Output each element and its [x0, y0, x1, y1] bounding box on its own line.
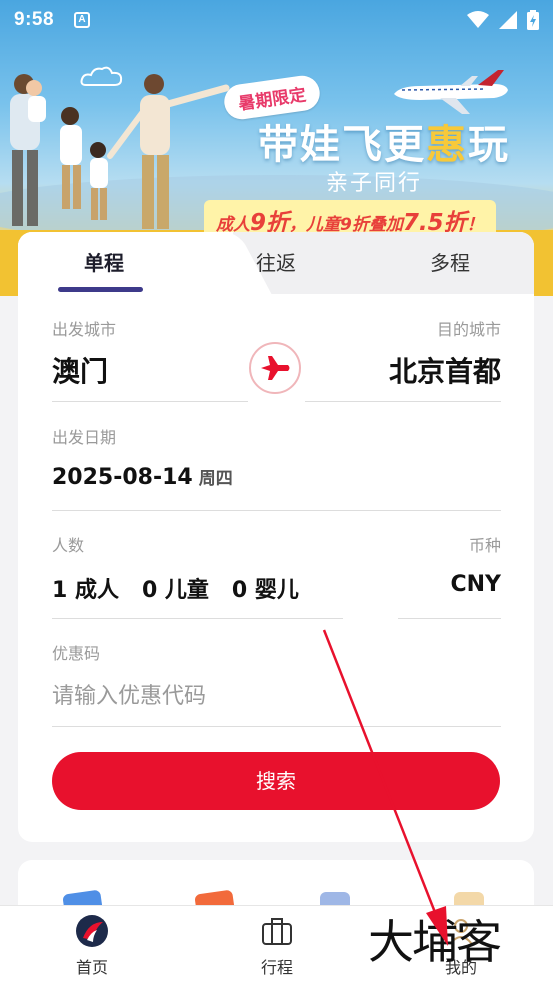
wifi-icon	[467, 11, 489, 28]
passenger-label: 人数	[52, 536, 85, 555]
active-tab-indicator	[58, 287, 143, 292]
airplane-icon	[261, 356, 290, 380]
tabbar-home-label: 首页	[75, 958, 108, 977]
weekday-value: 周四	[198, 469, 233, 489]
depart-city-field[interactable]: 澳门	[52, 350, 108, 390]
slogan-part-a: 带娃飞更	[258, 122, 426, 168]
tabbar-trips-label: 行程	[260, 958, 293, 977]
family-illustration	[10, 74, 230, 229]
depart-city-underline	[52, 401, 248, 402]
tab-round-trip[interactable]: 往返	[230, 232, 322, 294]
status-bar: 9:58 A	[0, 0, 553, 40]
dest-city-field[interactable]: 北京首都	[389, 350, 501, 390]
passenger-field[interactable]: 1 成人 0 儿童 0 婴儿	[52, 572, 299, 604]
dest-city-underline	[305, 401, 501, 402]
date-value: 2025-08-14	[52, 465, 193, 490]
airplane-illustration	[394, 70, 508, 114]
passenger-underline	[52, 618, 343, 619]
date-label: 出发日期	[52, 428, 117, 447]
promo-code-input[interactable]	[52, 676, 500, 716]
watermark-text: 大埔客	[368, 915, 502, 969]
signal-icon	[499, 11, 517, 29]
status-time: 9:58	[14, 9, 55, 30]
home-logo-icon	[75, 914, 109, 948]
currency-underline	[398, 618, 501, 619]
depart-city-label: 出发城市	[52, 320, 117, 339]
status-icons	[467, 10, 539, 30]
trip-type-tabs: 单程 往返 多程	[18, 232, 534, 294]
promo-code-label: 优惠码	[52, 644, 101, 663]
date-field[interactable]: 2025-08-14 周四	[52, 464, 233, 490]
tabbar-home[interactable]: 首页	[52, 914, 132, 980]
swap-cities-button[interactable]	[249, 342, 301, 394]
dest-city-label: 目的城市	[436, 320, 501, 339]
banner-slogan: 带娃飞更惠玩	[258, 112, 510, 170]
tabbar-trips[interactable]: 行程	[237, 914, 317, 980]
currency-label: 币种	[468, 536, 501, 555]
briefcase-icon	[260, 914, 294, 948]
banner-sub-slogan: 亲子同行	[326, 171, 423, 196]
currency-field[interactable]: CNY	[451, 572, 502, 597]
search-button[interactable]: 搜索	[52, 752, 500, 810]
slogan-highlight: 惠	[426, 122, 468, 168]
notification-icon: A	[74, 12, 91, 28]
tab-multi-city[interactable]: 多程	[404, 232, 496, 294]
promo-code-underline	[52, 726, 501, 727]
battery-icon	[527, 10, 539, 30]
tab-one-way[interactable]: 单程	[58, 232, 150, 294]
date-underline	[52, 510, 501, 511]
slogan-part-b: 玩	[468, 122, 510, 168]
